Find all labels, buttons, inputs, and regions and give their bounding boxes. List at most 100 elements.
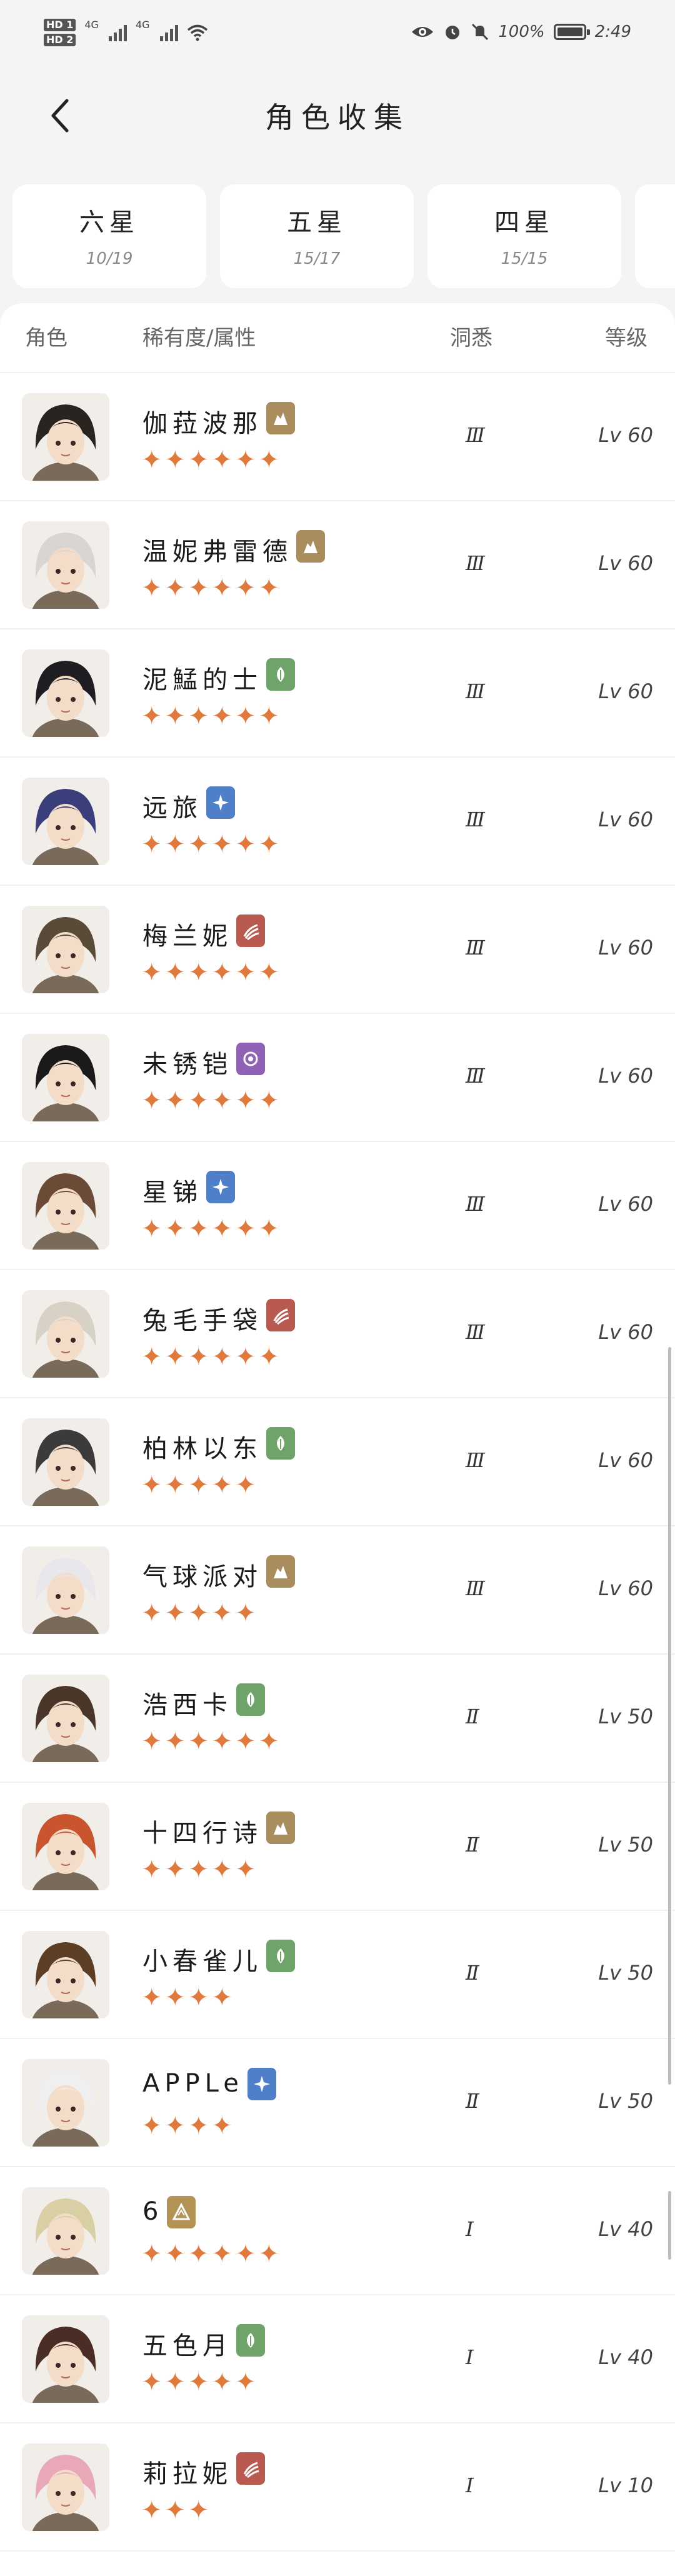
scrollbar-thumb-secondary[interactable] [668, 2191, 671, 2260]
character-name: 6 [142, 2197, 164, 2226]
character-name: 柏林以东 [142, 1435, 262, 1463]
character-avatar [22, 1931, 109, 2018]
character-row[interactable]: 远旅 ✦✦✦✦✦✦ Ⅲ Lv 60 [0, 756, 675, 886]
moon-icon [243, 1051, 258, 1066]
character-row[interactable]: APPLe ✦✦✦✦ Ⅱ Lv 50 [0, 2038, 675, 2167]
signal-icon-2 [159, 24, 178, 41]
star-icon [212, 794, 229, 811]
character-row[interactable]: 十四行诗 ✦✦✦✦✦ Ⅱ Lv 50 [0, 1782, 675, 1911]
character-row[interactable]: 浩西卡 ✦✦✦✦✦✦ Ⅱ Lv 50 [0, 1653, 675, 1783]
attribute-badge [206, 786, 235, 819]
attribute-badge [167, 2196, 196, 2228]
attribute-badge [296, 530, 325, 563]
character-row[interactable]: 温妮弗雷德 ✦✦✦✦✦✦ Ⅲ Lv 60 [0, 500, 675, 629]
rarity-stars: ✦✦✦✦✦✦ [141, 1086, 282, 1115]
rock-icon [274, 413, 288, 425]
rock-icon [274, 1822, 288, 1835]
insight-level: Ⅰ [466, 2473, 474, 2497]
insight-level: Ⅱ [466, 1705, 479, 1728]
rarity-stars: ✦✦✦✦✦ [141, 1855, 259, 1884]
character-level: Lv 60 [598, 1448, 653, 1472]
insight-level: Ⅲ [466, 1064, 485, 1088]
star-icon [212, 1179, 229, 1195]
character-row[interactable]: 梅兰妮 ✦✦✦✦✦✦ Ⅲ Lv 60 [0, 885, 675, 1014]
insight-level: Ⅲ [466, 1576, 485, 1600]
col-role: 角色 [25, 326, 68, 351]
battery-icon [553, 24, 590, 40]
character-row[interactable]: 泥鯭的士 ✦✦✦✦✦✦ Ⅲ Lv 60 [0, 628, 675, 758]
rock-icon [274, 1566, 288, 1578]
character-level: Lv 60 [598, 551, 653, 575]
alarm-icon [446, 26, 460, 39]
network-type-1: 4G [84, 19, 99, 31]
character-row[interactable]: 兔毛手袋 ✦✦✦✦✦✦ Ⅲ Lv 60 [0, 1269, 675, 1398]
character-avatar [22, 1675, 109, 1762]
rarity-tabs: 六星 10/19 五星 15/17 四星 15/15 [12, 184, 675, 291]
character-list: 角色 稀有度/属性 洞悉 等级 伽菈波那 ✦✦✦✦✦✦ Ⅲ Lv 60 温妮弗雷德 ✦✦✦… [0, 303, 675, 2576]
rarity-stars: ✦✦✦✦✦✦ [141, 830, 282, 859]
character-name: 五色月 [142, 2332, 232, 2360]
claw-icon [273, 1308, 289, 1325]
character-level: Lv 60 [598, 1576, 653, 1600]
character-row[interactable]: 柏林以东 ✦✦✦✦✦ Ⅲ Lv 60 [0, 1397, 675, 1526]
character-name: 气球派对 [142, 1563, 262, 1591]
character-level: Lv 50 [598, 1705, 653, 1728]
rarity-stars: ✦✦✦✦✦✦ [141, 446, 282, 474]
character-row[interactable]: 小春雀儿 ✦✦✦✦ Ⅱ Lv 50 [0, 1910, 675, 2039]
character-avatar [22, 1162, 109, 1250]
tab-six-star[interactable]: 六星 10/19 [12, 184, 206, 288]
col-rarity-attr: 稀有度/属性 [142, 326, 256, 351]
tab-five-star[interactable]: 五星 15/17 [220, 184, 414, 288]
col-insight: 洞悉 [450, 326, 492, 351]
character-avatar [22, 649, 109, 737]
leaf-icon [277, 667, 284, 682]
character-row[interactable]: 气球派对 ✦✦✦✦✦ Ⅲ Lv 60 [0, 1525, 675, 1655]
network-type-2: 4G [135, 19, 150, 31]
claw-icon [243, 2462, 259, 2478]
rarity-stars: ✦✦✦✦✦✦ [141, 1343, 282, 1371]
rarity-stars: ✦✦✦✦✦✦ [141, 2240, 282, 2268]
rarity-stars: ✦✦✦✦✦✦ [141, 1727, 282, 1756]
character-level: Lv 60 [598, 679, 653, 703]
scrollbar-thumb[interactable] [668, 1347, 671, 2085]
status-left: HD 1 HD 2 4G 4G [44, 19, 208, 46]
tab-three-star[interactable] [635, 184, 675, 288]
character-avatar [22, 1034, 109, 1121]
leaf-icon [277, 1948, 284, 1963]
attribute-badge [236, 1683, 265, 1716]
character-level: Lv 50 [598, 1961, 653, 1985]
tab-four-star[interactable]: 四星 15/15 [428, 184, 621, 288]
character-row[interactable]: 6 ✦✦✦✦✦✦ Ⅰ Lv 40 [0, 2166, 675, 2295]
attribute-badge [236, 1043, 265, 1075]
character-name: 伽菈波那 [142, 409, 262, 438]
rarity-stars: ✦✦✦✦✦✦ [141, 1215, 282, 1243]
character-level: Lv 60 [598, 936, 653, 960]
character-avatar [22, 1803, 109, 1890]
insight-level: Ⅲ [466, 1320, 485, 1344]
character-row[interactable]: 星锑 ✦✦✦✦✦✦ Ⅲ Lv 60 [0, 1141, 675, 1270]
character-row[interactable]: 五色月 ✦✦✦✦✦ Ⅰ Lv 40 [0, 2294, 675, 2423]
character-avatar [22, 1290, 109, 1378]
page-title: 角色收集 [265, 101, 410, 134]
character-avatar [22, 1418, 109, 1506]
rarity-stars: ✦✦✦✦✦✦ [141, 958, 282, 987]
tab-count: 15/15 [501, 249, 548, 268]
attribute-badge [266, 1555, 295, 1588]
wifi-icon [187, 24, 208, 41]
insight-level: Ⅲ [466, 679, 485, 703]
character-name: 远旅 [142, 794, 202, 823]
attribute-badge [266, 1940, 295, 1972]
character-level: Lv 50 [598, 2089, 653, 2113]
character-row[interactable]: 莉拉妮 ✦✦✦ Ⅰ Lv 10 [0, 2422, 675, 2552]
character-level: Lv 10 [598, 2473, 653, 2497]
battery-percent: 100% [498, 23, 545, 41]
character-avatar [22, 906, 109, 993]
character-avatar [22, 2187, 109, 2275]
hd1-indicator: HD 1 [44, 19, 76, 31]
attribute-badge [266, 1812, 295, 1844]
character-row[interactable]: 未锈铠 ✦✦✦✦✦✦ Ⅲ Lv 60 [0, 1013, 675, 1142]
insight-level: Ⅲ [466, 1192, 485, 1216]
rarity-stars: ✦✦✦✦ [141, 2112, 236, 2140]
insight-level: Ⅰ [466, 2345, 474, 2369]
character-row[interactable]: 伽菈波那 ✦✦✦✦✦✦ Ⅲ Lv 60 [0, 372, 675, 501]
